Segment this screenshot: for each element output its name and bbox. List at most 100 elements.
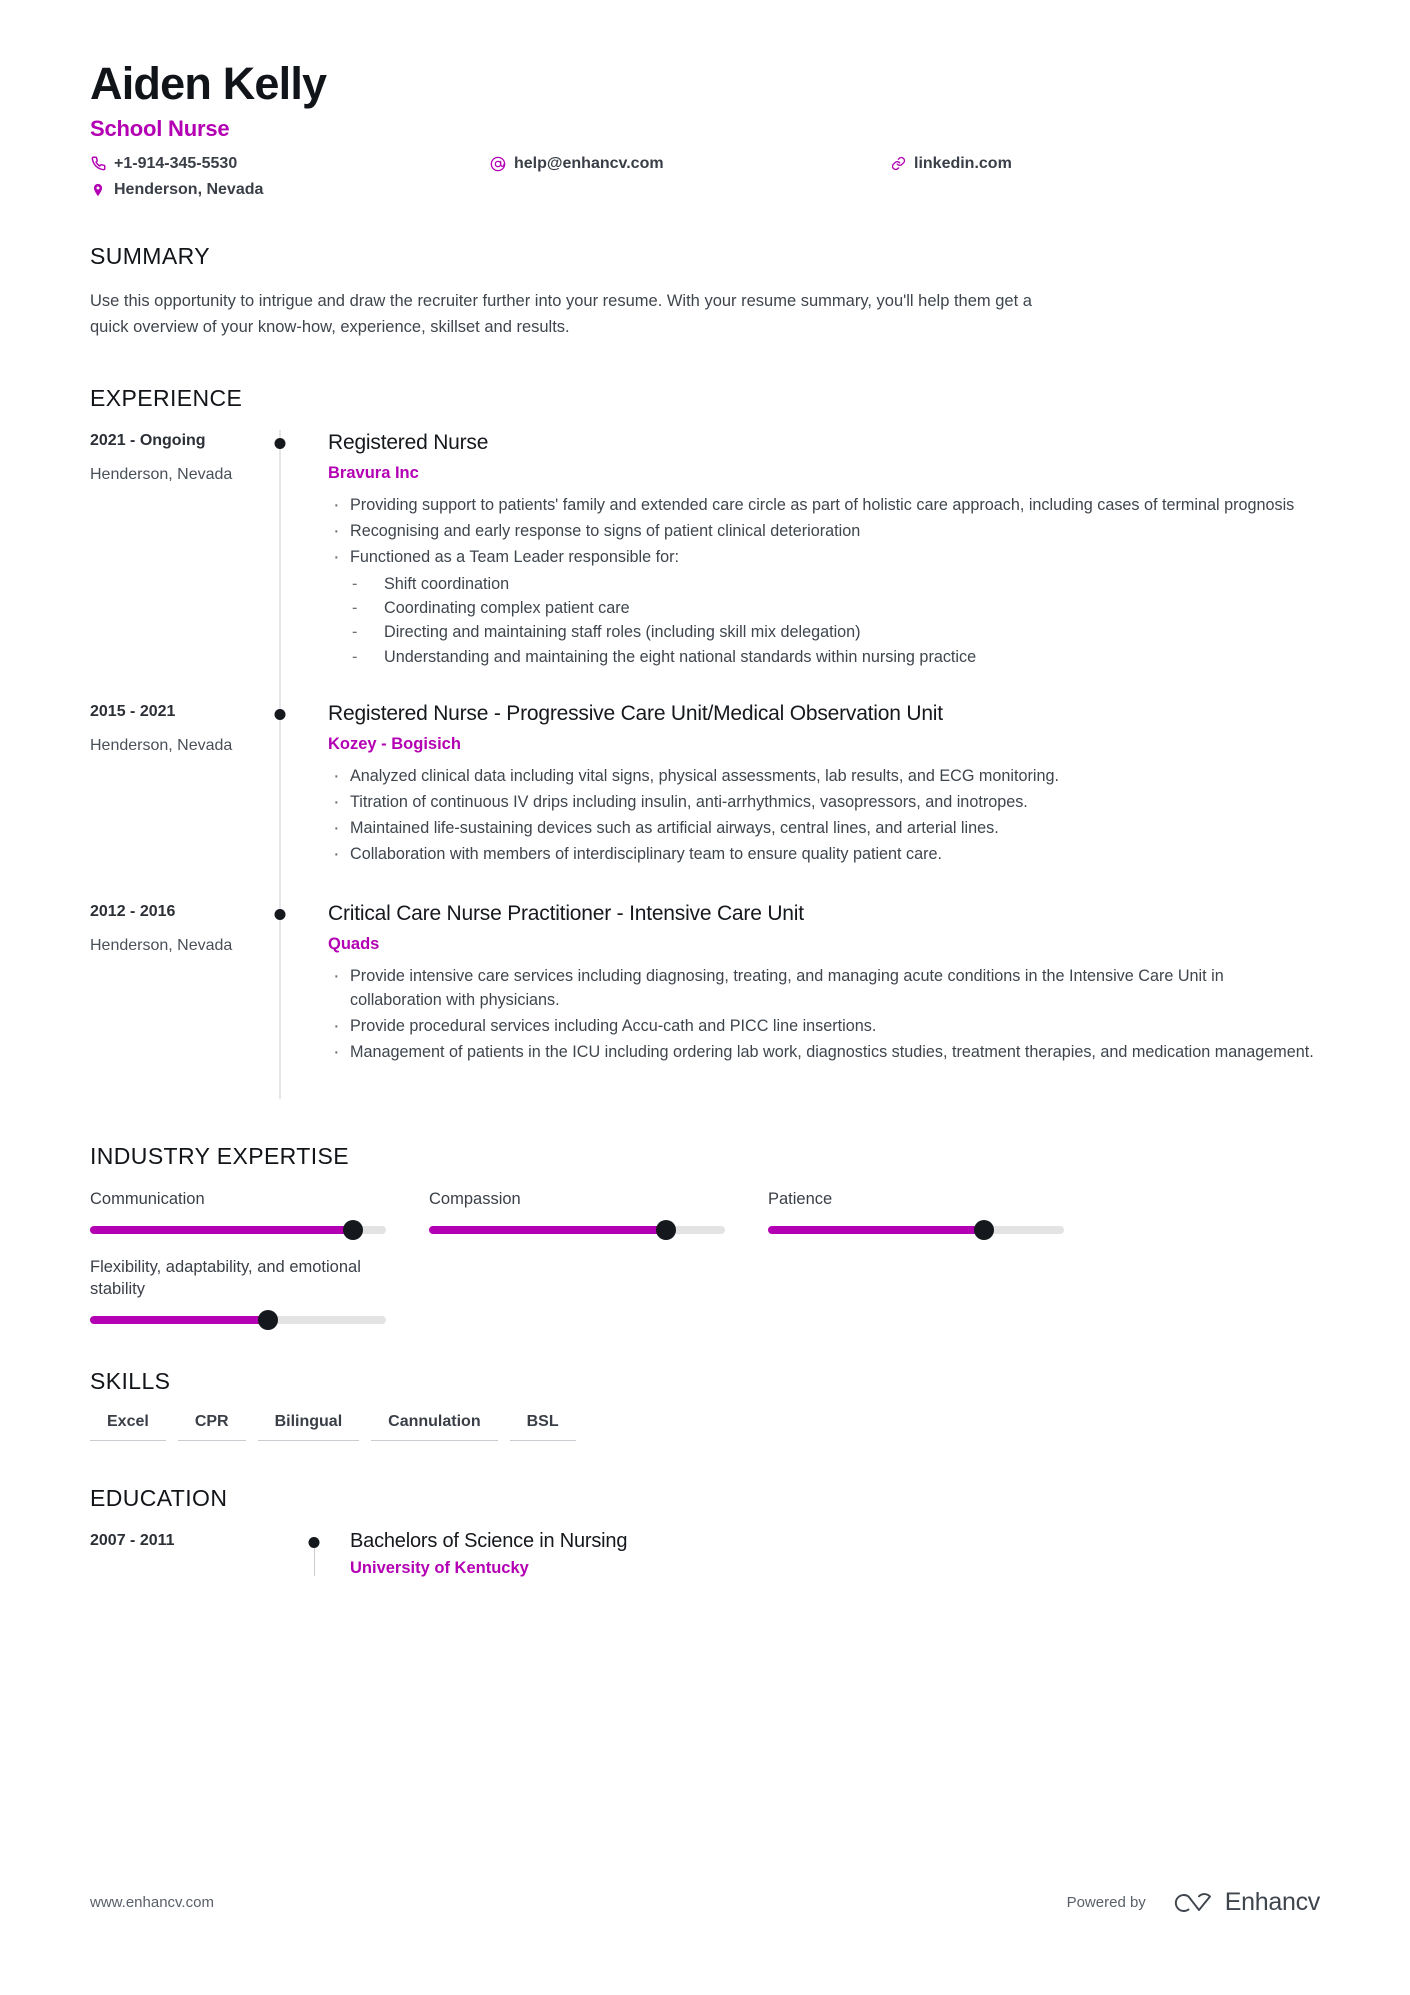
expertise-item: Patience: [768, 1188, 1064, 1241]
experience-company: Bravura Inc: [328, 463, 419, 482]
timeline-line: [279, 700, 281, 901]
slider-knob[interactable]: [257, 1309, 278, 1330]
skills-section: SKILLS Excel CPR Bilingual Cannulation B…: [90, 1368, 1320, 1441]
skill-tag: Bilingual: [257, 1413, 360, 1441]
slider-fill: [90, 1315, 268, 1324]
experience-heading: EXPERIENCE: [90, 384, 243, 411]
experience-date: 2015 - 2021: [90, 702, 176, 720]
expertise-item: Compassion: [429, 1188, 725, 1241]
expertise-slider[interactable]: [90, 1309, 386, 1330]
contact-phone-text: +1-914-345-5530: [114, 154, 238, 172]
footer-branding: Powered by Enhancv: [1066, 1888, 1321, 1917]
skill-tag: Excel: [90, 1413, 166, 1441]
bullet-item: Functioned as a Team Leader responsible …: [328, 543, 1320, 573]
experience-meta: 2015 - 2021 Henderson, Nevada: [90, 701, 262, 901]
summary-section: SUMMARY Use this opportunity to intrigue…: [90, 243, 1320, 341]
experience-location: Henderson, Nevada: [90, 937, 233, 954]
slider-knob[interactable]: [655, 1220, 676, 1241]
expertise-slider-grid: Communication Compassion Patience Flexib…: [90, 1188, 1320, 1330]
skill-tag: BSL: [509, 1413, 576, 1441]
timeline-dot-icon: [274, 909, 286, 920]
resume-page: Aiden Kelly School Nurse +1-914-345-5530: [0, 0, 1410, 1995]
timeline-line: [279, 429, 281, 701]
slider-knob[interactable]: [974, 1220, 995, 1241]
education-meta: 2007 - 2011: [90, 1530, 262, 1578]
footer-url[interactable]: www.enhancv.com: [90, 1894, 214, 1911]
timeline-dot-icon: [308, 1536, 320, 1548]
timeline-dot-icon: [274, 437, 286, 449]
expertise-label: Communication: [90, 1190, 205, 1209]
experience-location: Henderson, Nevada: [90, 736, 233, 754]
experience-item: 2021 - Ongoing Henderson, Nevada Registe…: [90, 429, 1320, 701]
experience-bullets: Providing support to patients' family an…: [328, 491, 1320, 573]
experience-section: EXPERIENCE 2021 - Ongoing Henderson, Nev…: [90, 385, 1320, 1100]
contact-location-text: Henderson, Nevada: [114, 180, 264, 198]
contact-linkedin-text: linkedin.com: [914, 154, 1012, 172]
resume-header: Aiden Kelly School Nurse +1-914-345-5530: [90, 0, 1320, 199]
bullet-item: Recognising and early response to signs …: [328, 517, 1320, 547]
experience-body: Critical Care Nurse Practitioner - Inten…: [298, 901, 1320, 1099]
experience-date: 2012 - 2016: [90, 903, 176, 920]
full-name: Aiden Kelly: [90, 58, 327, 109]
slider-fill: [768, 1226, 985, 1235]
education-school: University of Kentucky: [350, 1558, 529, 1577]
experience-bullets: Provide intensive care services includin…: [328, 962, 1320, 1068]
education-degree: Bachelors of Science in Nursing: [350, 1529, 628, 1552]
summary-text: Use this opportunity to intrigue and dra…: [90, 291, 1032, 337]
experience-subbullets: Shift coordination Coordinating complex …: [328, 572, 1320, 669]
timeline-line: [279, 901, 281, 1100]
experience-location: Henderson, Nevada: [90, 465, 233, 483]
education-timeline-axis: [262, 1530, 320, 1578]
experience-company: Kozey - Bogisich: [328, 735, 461, 754]
bullet-item: Provide procedural services including Ac…: [328, 1012, 1320, 1042]
expertise-slider[interactable]: [90, 1220, 386, 1241]
education-body: Bachelors of Science in Nursing Universi…: [298, 1530, 1320, 1578]
expertise-label: Flexibility, adaptability, and emotional…: [90, 1258, 361, 1299]
experience-date: 2021 - Ongoing: [90, 431, 206, 449]
location-icon: [90, 182, 106, 198]
bullet-item: Providing support to patients' family an…: [328, 491, 1320, 521]
enhancv-logo: Enhancv: [1168, 1888, 1320, 1917]
expertise-label: Compassion: [429, 1190, 521, 1209]
education-date: 2007 - 2011: [90, 1531, 175, 1549]
experience-title: Registered Nurse - Progressive Care Unit…: [328, 701, 943, 725]
timeline-axis: [262, 429, 298, 701]
experience-meta: 2012 - 2016 Henderson, Nevada: [90, 901, 262, 1099]
powered-by-label: Powered by: [1066, 1894, 1146, 1911]
education-section: EDUCATION 2007 - 2011 Bachelors of Scien…: [90, 1485, 1320, 1578]
experience-meta: 2021 - Ongoing Henderson, Nevada: [90, 430, 262, 701]
slider-knob[interactable]: [343, 1220, 364, 1241]
education-item: 2007 - 2011 Bachelors of Science in Nurs…: [90, 1530, 1320, 1578]
slider-fill: [429, 1226, 666, 1235]
skills-list: Excel CPR Bilingual Cannulation BSL: [90, 1413, 1320, 1441]
page-footer: www.enhancv.com Powered by Enhancv: [90, 1888, 1320, 1917]
subbullet-item: Shift coordination: [328, 572, 1320, 597]
experience-title: Registered Nurse: [328, 430, 489, 454]
timeline-axis: [262, 901, 298, 1100]
contact-phone[interactable]: +1-914-345-5530: [90, 155, 490, 173]
expertise-slider[interactable]: [768, 1220, 1064, 1241]
expertise-label: Patience: [768, 1190, 833, 1209]
enhancv-wordmark: Enhancv: [1224, 1888, 1321, 1916]
experience-company: Quads: [328, 935, 380, 954]
contact-details: +1-914-345-5530 help@enhancv.com linkedi…: [90, 155, 1320, 199]
industry-expertise-heading: INDUSTRY EXPERTISE: [90, 1143, 349, 1170]
experience-body: Registered Nurse - Progressive Care Unit…: [298, 701, 1320, 901]
industry-expertise-section: INDUSTRY EXPERTISE Communication Compass…: [90, 1143, 1320, 1330]
experience-item: 2015 - 2021 Henderson, Nevada Registered…: [90, 700, 1320, 901]
experience-body: Registered Nurse Bravura Inc Providing s…: [298, 430, 1320, 701]
contact-linkedin[interactable]: linkedin.com: [890, 155, 1320, 173]
bullet-item: Titration of continuous IV drips includi…: [328, 788, 1320, 818]
contact-location: Henderson, Nevada: [90, 181, 490, 199]
bullet-item: Management of patients in the ICU includ…: [328, 1038, 1320, 1068]
job-title: School Nurse: [90, 115, 230, 141]
contact-email[interactable]: help@enhancv.com: [490, 155, 890, 173]
expertise-slider[interactable]: [429, 1220, 725, 1241]
subbullet-item: Directing and maintaining staff roles (i…: [328, 620, 1320, 645]
enhancv-mark-icon: [1174, 1892, 1211, 1912]
subbullet-item: Understanding and maintaining the eight …: [328, 645, 1320, 670]
skills-heading: SKILLS: [90, 1367, 171, 1394]
expertise-item: Flexibility, adaptability, and emotional…: [90, 1256, 386, 1330]
timeline-dot-icon: [274, 708, 286, 720]
phone-icon: [90, 156, 106, 172]
